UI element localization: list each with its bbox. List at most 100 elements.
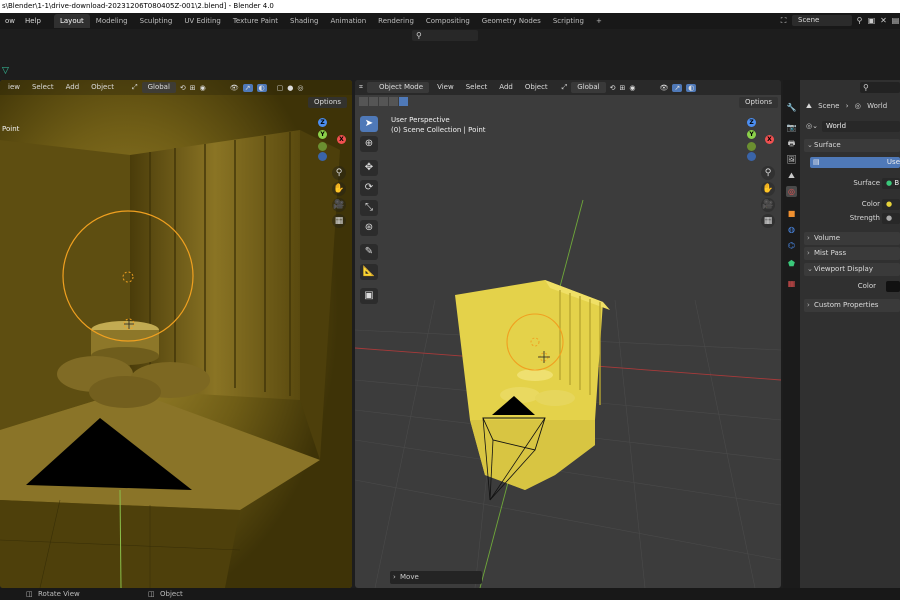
menu-add[interactable]: Add: [62, 80, 84, 95]
new-scene-icon[interactable]: ▣: [866, 15, 877, 26]
menu-object[interactable]: Object: [521, 80, 552, 95]
tab-layout[interactable]: Layout: [53, 14, 90, 28]
object-mode-dropdown[interactable]: Object Mode: [366, 82, 430, 93]
menu-window[interactable]: ow: [0, 13, 20, 29]
menu-select[interactable]: Select: [28, 80, 58, 95]
menu-view[interactable]: iew: [4, 80, 24, 95]
color-swatch[interactable]: ●: [882, 199, 900, 210]
data-tab-icon[interactable]: ⬟: [786, 258, 797, 269]
tab-scripting[interactable]: Scripting: [547, 14, 590, 28]
options-button[interactable]: Options: [739, 97, 779, 108]
tab-rendering[interactable]: Rendering: [372, 14, 420, 28]
measure-tool-icon[interactable]: 📐: [360, 264, 378, 280]
tab-animation[interactable]: Animation: [324, 14, 372, 28]
gizmo-y-axis[interactable]: Y: [747, 130, 756, 139]
view-layer-icon[interactable]: ▤: [890, 15, 900, 26]
gizmo-neg-z-axis[interactable]: [318, 152, 327, 161]
shading-solid-icon[interactable]: ●: [287, 84, 293, 92]
tab-compositing[interactable]: Compositing: [420, 14, 476, 28]
overlay-toggle-icon[interactable]: ◐: [256, 83, 267, 92]
rotate-tool-icon[interactable]: ⟳: [360, 180, 378, 196]
transform-orientation-dropdown[interactable]: Global: [141, 82, 176, 93]
strength-field[interactable]: ●: [882, 213, 900, 224]
select-subtract-icon[interactable]: [379, 97, 388, 106]
gizmo-z-axis[interactable]: Z: [747, 118, 756, 127]
volume-panel-header[interactable]: Volume: [804, 232, 900, 245]
zoom-icon[interactable]: ⚲: [761, 166, 775, 180]
world-tab-icon[interactable]: ◎: [786, 186, 797, 197]
search-field[interactable]: ⚲: [412, 30, 478, 41]
tab-uv-editing[interactable]: UV Editing: [178, 14, 227, 28]
gizmo-y-axis[interactable]: Y: [318, 130, 327, 139]
snap-icon[interactable]: ⊞: [620, 84, 626, 92]
physics-tab-icon[interactable]: ◍: [786, 224, 797, 235]
menu-select[interactable]: Select: [462, 80, 492, 95]
visibility-icon[interactable]: 👁: [659, 84, 668, 92]
select-invert-icon[interactable]: [389, 97, 398, 106]
gizmo-z-axis[interactable]: Z: [318, 118, 327, 127]
gizmo-neg-y-axis[interactable]: [747, 142, 756, 151]
proportional-edit-icon[interactable]: ◉: [629, 84, 635, 92]
viewport-rendered[interactable]: iew Select Add Object ⤢ Global ⟲ ⊞ ◉ 👁 ↗…: [0, 80, 352, 588]
tab-geometry-nodes[interactable]: Geometry Nodes: [476, 14, 547, 28]
scale-tool-icon[interactable]: ⤡: [360, 200, 378, 216]
tab-modeling[interactable]: Modeling: [90, 14, 134, 28]
add-workspace-icon[interactable]: +: [590, 14, 608, 28]
viewport-solid[interactable]: ⌗ Object Mode View Select Add Object ⤢ G…: [355, 80, 781, 588]
output-tab-icon[interactable]: 🖶: [786, 138, 797, 149]
scene-tab-icon[interactable]: ⛰: [786, 170, 797, 181]
viewport-display-panel-header[interactable]: Viewport Display: [804, 263, 900, 276]
pin-icon[interactable]: ⚲: [854, 15, 865, 26]
menu-help[interactable]: Help: [20, 13, 46, 29]
overlay-toggle-icon[interactable]: ◐: [686, 83, 697, 92]
gizmo-neg-z-axis[interactable]: [747, 152, 756, 161]
camera-icon[interactable]: 🎥: [761, 198, 775, 212]
select-new-icon[interactable]: [359, 97, 368, 106]
camera-icon[interactable]: 🎥: [332, 198, 346, 212]
transform-orientation-dropdown[interactable]: Global: [571, 82, 606, 93]
world-selector[interactable]: ◎⌄ World: [806, 121, 900, 132]
delete-scene-icon[interactable]: ✕: [878, 15, 889, 26]
filter-icon[interactable]: ▽: [2, 66, 9, 76]
tab-shading[interactable]: Shading: [284, 14, 324, 28]
constraints-tab-icon[interactable]: ⌬: [786, 240, 797, 251]
snap-icon[interactable]: ⊞: [190, 84, 196, 92]
pivot-icon[interactable]: ⟲: [180, 84, 186, 92]
custom-properties-panel-header[interactable]: Custom Properties: [804, 299, 900, 312]
proportional-edit-icon[interactable]: ◉: [200, 84, 206, 92]
pivot-icon[interactable]: ⟲: [610, 84, 616, 92]
transform-tool-icon[interactable]: ⊛: [360, 220, 378, 236]
gizmo-toggle-icon[interactable]: ↗: [242, 83, 253, 92]
add-cube-tool-icon[interactable]: ▣: [360, 288, 378, 304]
world-name-field[interactable]: World: [822, 121, 900, 132]
pan-hand-icon[interactable]: ✋: [761, 182, 775, 196]
object-tab-icon[interactable]: ■: [786, 208, 797, 219]
pan-hand-icon[interactable]: ✋: [332, 182, 346, 196]
tab-sculpting[interactable]: Sculpting: [134, 14, 179, 28]
ortho-grid-icon[interactable]: ▦: [761, 214, 775, 228]
use-nodes-button[interactable]: ▤ Use: [810, 157, 900, 168]
mist-pass-panel-header[interactable]: Mist Pass: [804, 247, 900, 260]
render-tab-icon[interactable]: 📷: [786, 122, 797, 133]
options-button[interactable]: Options: [308, 97, 348, 108]
annotate-tool-icon[interactable]: ✎: [360, 244, 378, 260]
last-operator-panel[interactable]: › Move: [390, 571, 482, 584]
cursor-tool-icon[interactable]: ⊕: [360, 136, 378, 152]
move-tool-icon[interactable]: ✥: [360, 160, 378, 176]
gizmo-toggle-icon[interactable]: ↗: [672, 83, 683, 92]
menu-object[interactable]: Object: [87, 80, 118, 95]
scene-selector[interactable]: Scene: [792, 15, 852, 26]
zoom-icon[interactable]: ⚲: [332, 166, 346, 180]
select-extend-icon[interactable]: [369, 97, 378, 106]
menu-view[interactable]: View: [433, 80, 458, 95]
scene-icon[interactable]: ⛶: [778, 15, 789, 26]
select-intersect-icon[interactable]: [399, 97, 408, 106]
view-layer-tab-icon[interactable]: 🖼: [786, 154, 797, 165]
gizmo-x-axis[interactable]: X: [765, 135, 774, 144]
ortho-grid-icon[interactable]: ▦: [332, 214, 346, 228]
texture-tab-icon[interactable]: ▦: [786, 278, 797, 289]
surface-panel-header[interactable]: Surface: [804, 139, 900, 152]
tab-texture-paint[interactable]: Texture Paint: [227, 14, 284, 28]
shading-rendered-icon[interactable]: ◎: [297, 84, 303, 92]
editor-type-icon[interactable]: ⌗: [359, 83, 363, 92]
